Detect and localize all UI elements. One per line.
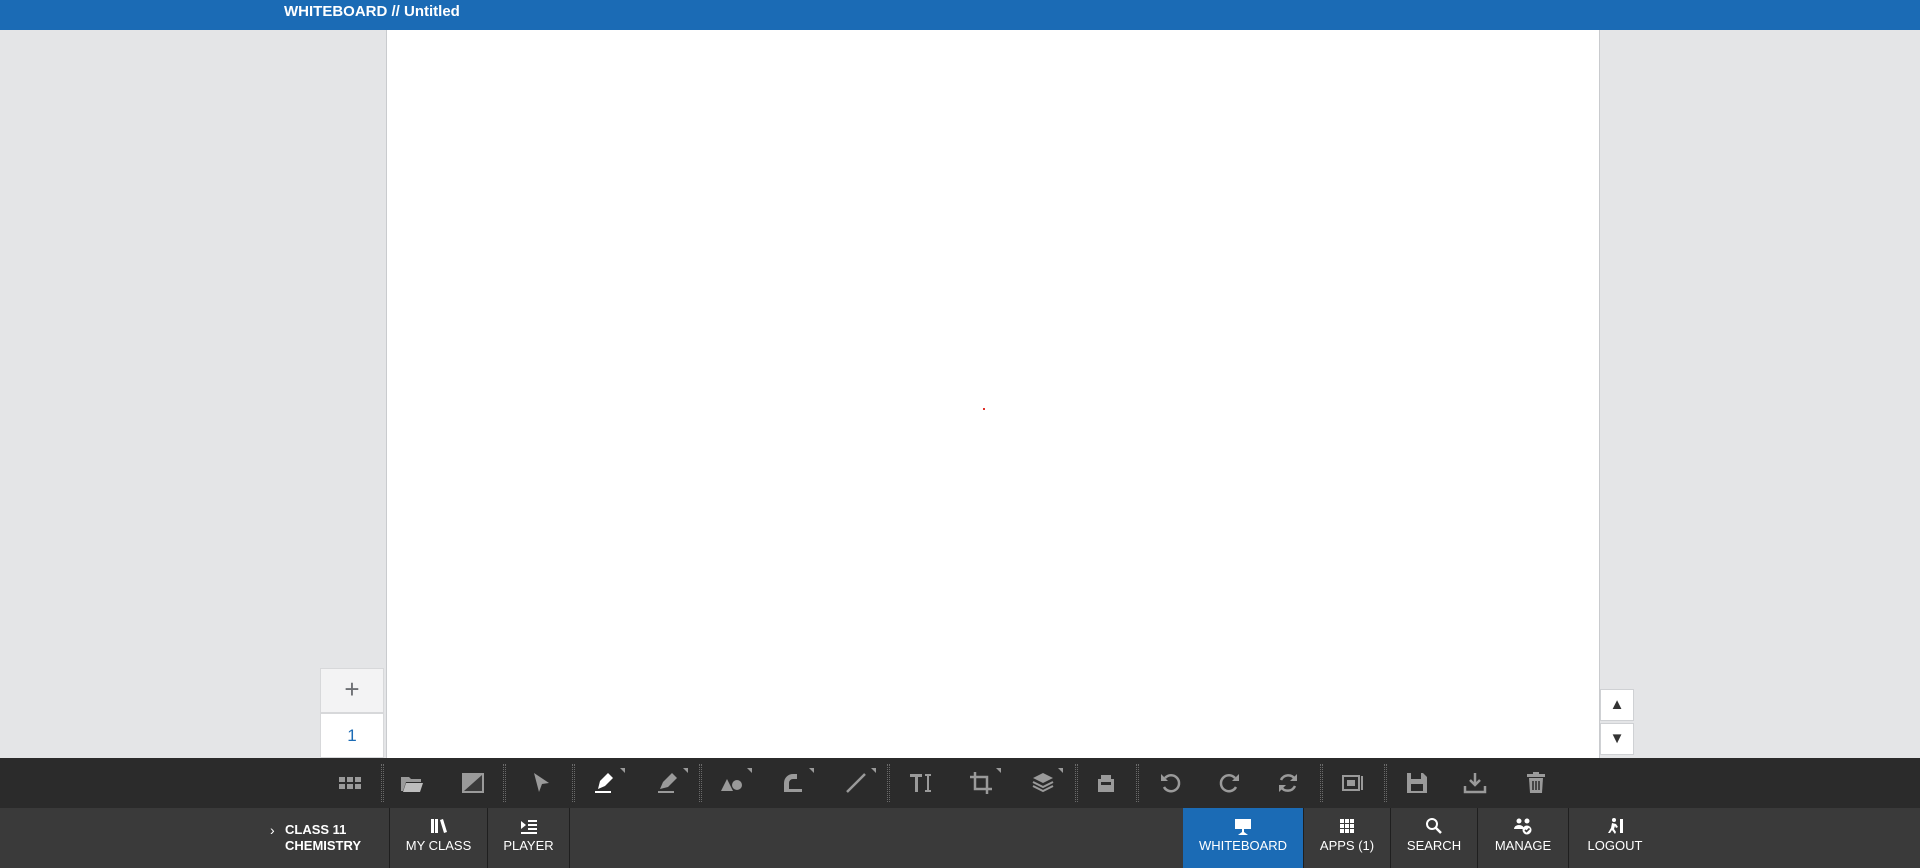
redo-button[interactable] <box>1207 758 1251 808</box>
toolbar-separator <box>699 764 702 802</box>
search-icon <box>1426 818 1442 834</box>
background-button[interactable] <box>451 758 495 808</box>
layers-tool[interactable] <box>1021 758 1065 808</box>
grid-view-button[interactable] <box>328 758 372 808</box>
undo-icon <box>1161 773 1181 793</box>
whiteboard-canvas[interactable] <box>386 30 1600 758</box>
layers-icon <box>1032 773 1054 793</box>
protractor-icon <box>784 774 802 792</box>
subject-name: CHEMISTRY <box>285 838 362 853</box>
nav-search[interactable]: SEARCH <box>1391 808 1477 868</box>
pen-tool[interactable] <box>583 758 627 808</box>
nav-label: APPS (1) <box>1319 838 1375 853</box>
eraser-tool[interactable] <box>1084 758 1128 808</box>
download-button[interactable] <box>1453 758 1497 808</box>
text-tool[interactable] <box>899 758 943 808</box>
document-title: WHITEBOARD // Untitled <box>284 3 460 20</box>
redo-icon <box>1219 773 1239 793</box>
nav-my-class[interactable]: MY CLASS <box>390 808 487 868</box>
crop-icon <box>970 772 992 794</box>
nav-divider <box>569 808 570 868</box>
title-bar: WHITEBOARD // Untitled <box>0 0 1920 30</box>
nav-label: MANAGE <box>1494 838 1552 853</box>
toolbar-separator <box>887 764 890 802</box>
toolbar-separator <box>1384 764 1387 802</box>
background-icon <box>462 773 484 793</box>
class-name: CLASS 11 <box>285 822 347 837</box>
select-tool[interactable] <box>519 758 563 808</box>
submenu-indicator <box>809 768 814 773</box>
books-icon <box>430 819 447 833</box>
text-icon <box>910 774 931 792</box>
crop-tool[interactable] <box>959 758 1003 808</box>
shapes-tool[interactable] <box>710 758 754 808</box>
cursor-icon <box>534 773 549 792</box>
highlighter-icon <box>658 773 677 793</box>
pen-icon <box>595 773 613 793</box>
nav-manage[interactable]: MANAGE <box>1478 808 1568 868</box>
manage-users-icon <box>1514 818 1532 835</box>
logout-icon <box>1608 818 1623 834</box>
delete-button[interactable] <box>1514 758 1558 808</box>
download-icon <box>1463 773 1487 794</box>
screen-mode-button[interactable] <box>1331 758 1375 808</box>
highlighter-tool[interactable] <box>646 758 690 808</box>
chevron-right-icon: › <box>270 822 275 838</box>
nav-label: MY CLASS <box>405 838 472 853</box>
submenu-indicator <box>747 768 752 773</box>
nav-label: PLAYER <box>503 838 554 853</box>
nav-label: LOGOUT <box>1587 838 1643 853</box>
page-thumbnail-1[interactable]: 1 <box>320 713 384 758</box>
nav-label: SEARCH <box>1406 838 1462 853</box>
toolbar-separator <box>503 764 506 802</box>
screen-icon <box>1342 775 1363 791</box>
nav-whiteboard[interactable]: WHITEBOARD <box>1183 808 1303 868</box>
save-icon <box>1407 773 1427 793</box>
line-icon <box>846 773 866 793</box>
save-button[interactable] <box>1395 758 1439 808</box>
canvas-mark <box>983 408 985 410</box>
folder-open-icon <box>401 777 423 792</box>
submenu-indicator <box>620 768 625 773</box>
toolbar-separator <box>1136 764 1139 802</box>
geometry-tool[interactable] <box>772 758 816 808</box>
nav-apps[interactable]: APPS (1) <box>1304 808 1390 868</box>
tool-bar <box>0 758 1920 808</box>
toolbar-separator <box>572 764 575 802</box>
scroll-down-button[interactable]: ▼ <box>1600 723 1634 755</box>
submenu-indicator <box>1058 768 1063 773</box>
toolbar-separator <box>1075 764 1078 802</box>
bottom-nav-bar: › CLASS 11 CHEMISTRY MY CLASS PLAYER WHI… <box>0 808 1920 868</box>
refresh-button[interactable] <box>1266 758 1310 808</box>
refresh-icon <box>1279 774 1297 792</box>
add-page-button[interactable]: + <box>320 668 384 713</box>
toolbar-separator <box>381 764 384 802</box>
playlist-icon <box>520 820 537 834</box>
line-tool[interactable] <box>834 758 878 808</box>
nav-logout[interactable]: LOGOUT <box>1569 808 1661 868</box>
trash-icon <box>1527 772 1545 793</box>
open-file-button[interactable] <box>390 758 434 808</box>
eraser-icon <box>1098 775 1114 792</box>
grid-icon <box>339 777 361 789</box>
submenu-indicator <box>871 768 876 773</box>
scroll-up-button[interactable]: ▲ <box>1600 689 1634 721</box>
shapes-icon <box>721 779 742 791</box>
toolbar-separator <box>1320 764 1323 802</box>
submenu-indicator <box>683 768 688 773</box>
submenu-indicator <box>996 768 1001 773</box>
nav-label: WHITEBOARD <box>1198 838 1288 853</box>
class-selector[interactable]: › CLASS 11 CHEMISTRY <box>268 808 390 868</box>
nav-player[interactable]: PLAYER <box>488 808 569 868</box>
undo-button[interactable] <box>1149 758 1193 808</box>
apps-grid-icon <box>1340 819 1354 833</box>
whiteboard-icon <box>1235 819 1251 835</box>
